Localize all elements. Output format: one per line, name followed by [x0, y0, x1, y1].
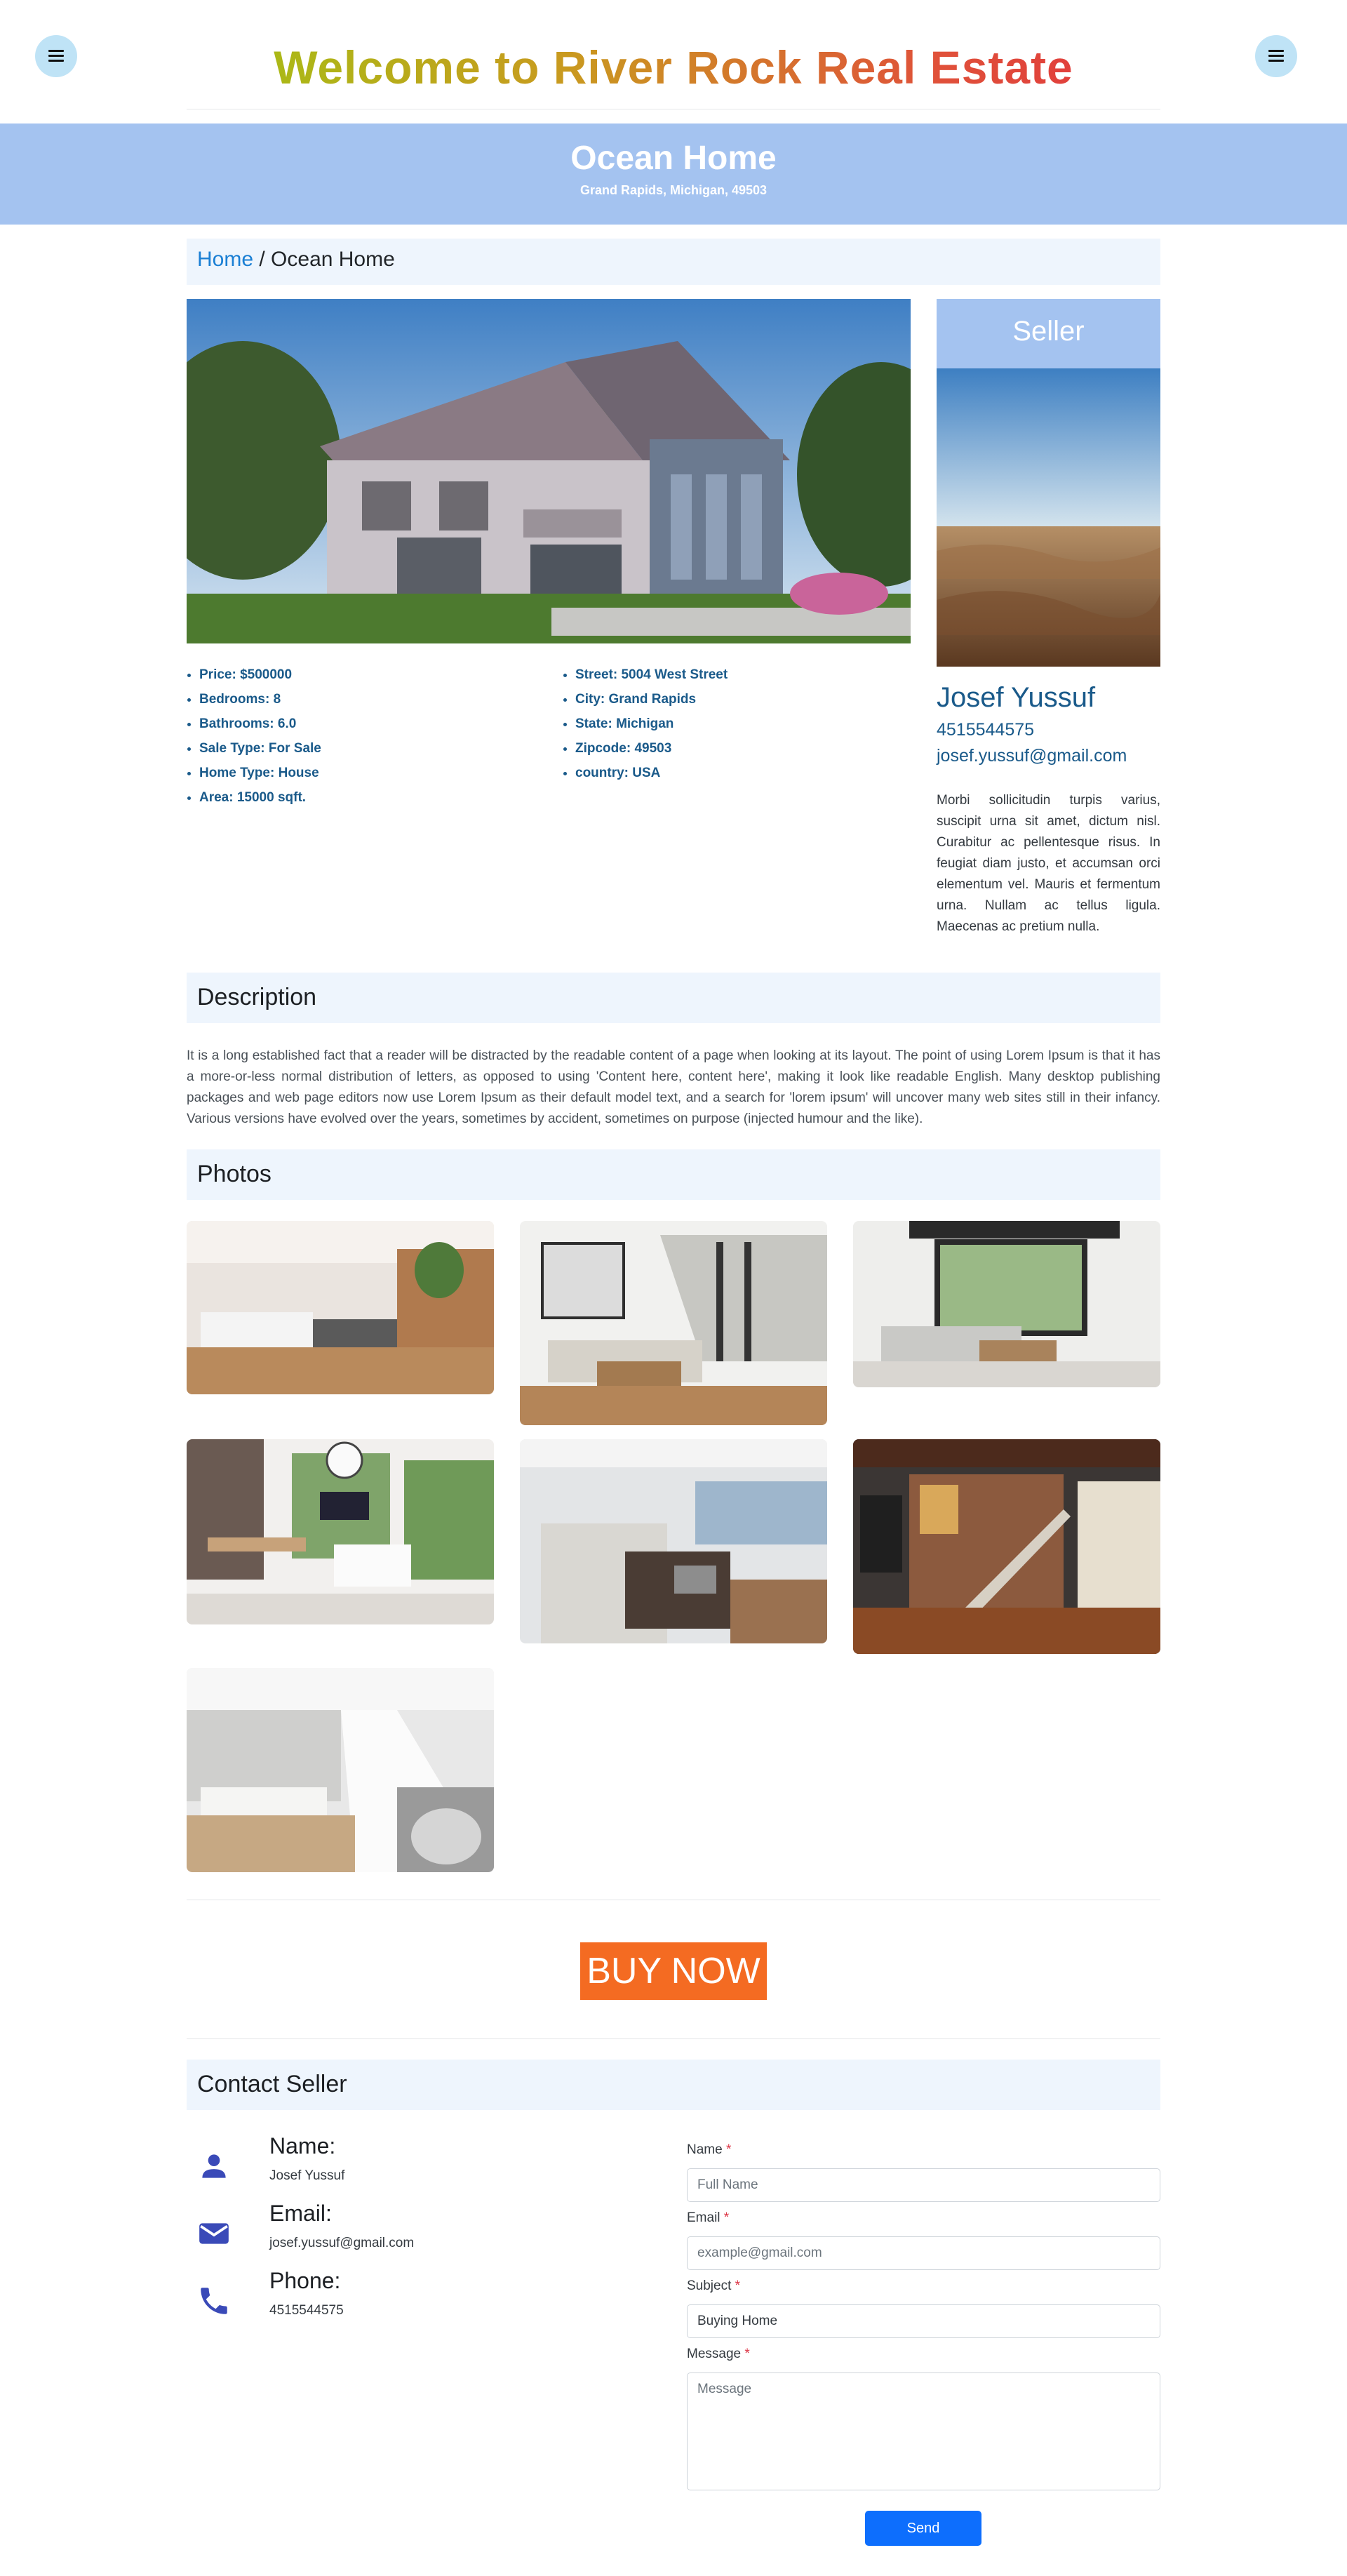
menu-right-button[interactable]: [1255, 35, 1297, 77]
spec-area: Area: 15000 sqft.: [199, 785, 321, 810]
name-label-text: Name: [687, 2142, 723, 2157]
seller-email[interactable]: josef.yussuf@gmail.com: [937, 746, 1160, 766]
seller-photo: [937, 368, 1160, 667]
contact-phone: Phone: 4515544575: [187, 2268, 636, 2335]
property-main-photo: [187, 299, 911, 643]
seller-heading: Seller: [937, 299, 1160, 368]
message-field[interactable]: [687, 2373, 1160, 2490]
divider-after-buy: [187, 2038, 1160, 2039]
gallery-photo-5[interactable]: [520, 1439, 827, 1643]
spec-bathrooms: Bathrooms: 6.0: [199, 712, 321, 736]
seller-phone[interactable]: 4515544575: [937, 720, 1160, 740]
breadcrumb: Home / Ocean Home: [187, 239, 1160, 285]
gallery-photo-7[interactable]: [187, 1668, 494, 1872]
property-address: Grand Rapids, Michigan, 49503: [579, 182, 768, 197]
property-title: Ocean Home: [570, 140, 777, 177]
mail-icon: [199, 2223, 229, 2244]
spec-bedrooms: Bedrooms: 8: [199, 687, 321, 712]
site-title: Welcome to River Rock Real Estate: [0, 41, 1347, 94]
contact-heading: Contact Seller: [187, 2060, 1160, 2110]
breadcrumb-home-link[interactable]: Home: [197, 248, 253, 271]
hero-banner: Ocean Home Grand Rapids, Michigan, 49503: [0, 124, 1347, 225]
contact-email-label: Email:: [269, 2201, 332, 2226]
subject-field-label: Subject *: [687, 2278, 740, 2294]
contact-email: Email: josef.yussuf@gmail.com: [187, 2201, 636, 2268]
message-field-label: Message *: [687, 2347, 750, 2362]
name-field[interactable]: [687, 2168, 1160, 2202]
seller-bio: Morbi sollicitudin turpis varius, suscip…: [937, 793, 1160, 934]
name-field-label: Name *: [687, 2142, 731, 2158]
contact-phone-value[interactable]: 4515544575: [269, 2303, 344, 2318]
photos-heading: Photos: [187, 1149, 1160, 1200]
breadcrumb-separator: /: [253, 248, 272, 271]
spec-zipcode: Zipcode: 49503: [575, 736, 728, 761]
spec-city: City: Grand Rapids: [575, 687, 728, 712]
required-mark: *: [725, 2142, 732, 2157]
email-field-label: Email *: [687, 2210, 729, 2226]
contact-name: Name: Josef Yussuf: [187, 2133, 636, 2201]
required-mark: *: [735, 2278, 741, 2293]
email-field[interactable]: [687, 2236, 1160, 2270]
spec-sale-type: Sale Type: For Sale: [199, 736, 321, 761]
breadcrumb-current: Ocean Home: [271, 248, 395, 271]
description-heading: Description: [187, 973, 1160, 1023]
contact-phone-label: Phone:: [269, 2268, 341, 2293]
spec-home-type: Home Type: House: [199, 761, 321, 785]
seller-card: Seller Josef Yussuf 4515544575 josef.yus…: [937, 299, 1160, 937]
spec-price: Price: $500000: [199, 662, 321, 687]
gallery-photo-6[interactable]: [853, 1439, 1160, 1654]
gallery-photo-3[interactable]: [853, 1221, 1160, 1387]
phone-icon: [201, 2288, 227, 2314]
specs-list-left: Price: $500000 Bedrooms: 8 Bathrooms: 6.…: [187, 662, 321, 810]
buy-now-button[interactable]: BUY NOW: [580, 1942, 767, 2000]
description-text: It is a long established fact that a rea…: [187, 1048, 1160, 1126]
hamburger-menu-icon: [1268, 50, 1284, 62]
gallery-photo-4[interactable]: [187, 1439, 494, 1624]
spec-country: country: USA: [575, 761, 728, 785]
contact-name-value: Josef Yussuf: [269, 2168, 345, 2183]
subject-field[interactable]: [687, 2304, 1160, 2338]
subject-label-text: Subject: [687, 2278, 732, 2293]
required-mark: *: [723, 2210, 730, 2225]
spec-street: Street: 5004 West Street: [575, 662, 728, 687]
specs-list-right: Street: 5004 West Street City: Grand Rap…: [563, 662, 728, 785]
gallery-photo-1[interactable]: [187, 1221, 494, 1394]
contact-name-label: Name:: [269, 2133, 336, 2158]
seller-name: Josef Yussuf: [937, 682, 1096, 713]
person-icon: [202, 2154, 226, 2178]
required-mark: *: [744, 2347, 750, 2361]
spec-state: State: Michigan: [575, 712, 728, 736]
contact-email-value[interactable]: josef.yussuf@gmail.com: [269, 2236, 414, 2251]
send-button[interactable]: Send: [865, 2511, 981, 2546]
message-label-text: Message: [687, 2347, 742, 2361]
email-label-text: Email: [687, 2210, 721, 2225]
gallery-photo-2[interactable]: [520, 1221, 827, 1425]
